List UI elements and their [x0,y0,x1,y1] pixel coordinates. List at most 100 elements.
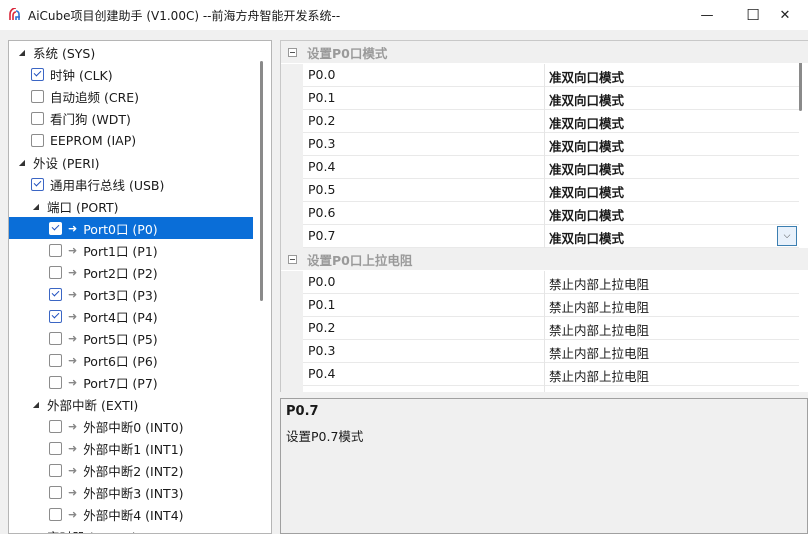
tree-item-checkbox[interactable] [31,111,44,125]
expanded-caret-icon[interactable]: ◢ [31,202,41,211]
property-row[interactable]: P0.7 准双向口模式 ⌵ [303,225,799,248]
column-divider[interactable] [544,64,545,87]
property-row[interactable]: P0.4 禁止内部上拉电阻 [303,363,799,386]
collapse-icon[interactable] [288,254,297,264]
tree-item[interactable]: ➜ Port0口 (P0) [9,217,253,239]
property-value[interactable]: 禁止内部上拉电阻 [549,297,649,316]
column-divider[interactable] [544,294,545,317]
column-divider[interactable] [544,110,545,133]
collapse-icon[interactable] [288,47,297,57]
property-value[interactable]: 准双向口模式 [549,159,624,178]
property-value[interactable]: 准双向口模式 [549,182,624,201]
tree-item-checkbox[interactable] [49,419,62,433]
column-divider[interactable] [544,340,545,363]
property-row[interactable]: P0.6 准双向口模式 [303,202,799,225]
tree-item[interactable]: ➜ Port7口 (P7) [9,371,253,393]
property-grid[interactable]: 设置P0口模式 P0.0 准双向口模式 P0.1 准双向口模式 P0.2 准双向口模式 P0.… [280,40,808,392]
property-row[interactable]: P0.2 禁止内部上拉电阻 [303,317,799,340]
property-row[interactable]: P0.2 准双向口模式 [303,110,799,133]
value-dropdown-button[interactable]: ⌵ [777,226,797,246]
tree-item-checkbox[interactable] [49,353,62,367]
tree-item-checkbox[interactable] [49,265,62,279]
grid-scrollbar[interactable] [799,59,802,111]
close-button[interactable]: ✕ [762,0,808,30]
tree-item[interactable]: ◢定时器 (TIMER) [9,525,253,534]
tree-item-checkbox[interactable] [49,287,62,301]
tree-item[interactable]: ➜ 外部中断1 (INT1) [9,437,253,459]
tree-item[interactable]: ➜ Port3口 (P3) [9,283,253,305]
tree-item-checkbox[interactable] [31,133,44,147]
property-row[interactable]: P0.0 禁止内部上拉电阻 [303,271,799,294]
tree-item[interactable]: ◢ 外部中断 (EXTI) [9,393,253,415]
tree-item[interactable]: ◢ 系统 (SYS) [9,41,253,63]
tree-item[interactable]: 看门狗 (WDT) [9,107,253,129]
grid-gutter [281,64,303,248]
property-row[interactable]: P0.0 准双向口模式 [303,64,799,87]
tree-item-checkbox[interactable] [49,331,62,345]
tree-item[interactable]: 时钟 (CLK) [9,63,253,85]
column-divider[interactable] [544,156,545,179]
column-divider[interactable] [544,133,545,156]
property-value[interactable]: 准双向口模式 [549,205,624,224]
grid-category[interactable]: 设置P0口上拉电阻 [281,248,808,270]
minimize-button[interactable]: — [684,0,730,30]
column-divider[interactable] [544,225,545,248]
property-row[interactable]: P0.5 准双向口模式 [303,179,799,202]
tree-item[interactable]: EEPROM (IAP) [9,129,253,151]
grid-category[interactable]: 设置P0口模式 [281,41,808,63]
column-divider[interactable] [544,317,545,340]
property-value[interactable]: 禁止内部上拉电阻 [549,366,649,385]
property-row[interactable]: P0.5 禁止内部上拉电阻 [303,386,799,392]
tree-item[interactable]: ➜ 外部中断3 (INT3) [9,481,253,503]
column-divider[interactable] [544,363,545,386]
tree-item-checkbox[interactable] [49,309,62,323]
tree-item[interactable]: 自动追频 (CRE) [9,85,253,107]
property-value[interactable]: 准双向口模式 [549,113,624,132]
property-value[interactable]: 准双向口模式 [549,228,624,247]
column-divider[interactable] [544,202,545,225]
tree-item[interactable]: ➜ 外部中断0 (INT0) [9,415,253,437]
tree-item[interactable]: 通用串行总线 (USB) [9,173,253,195]
property-value[interactable]: 准双向口模式 [549,90,624,109]
tree-item[interactable]: ➜ Port2口 (P2) [9,261,253,283]
tree-item-checkbox[interactable] [49,507,62,521]
tree-item[interactable]: ➜ 外部中断4 (INT4) [9,503,253,525]
column-divider[interactable] [544,386,545,392]
tree-item[interactable]: ◢ 外设 (PERI) [9,151,253,173]
property-row[interactable]: P0.3 准双向口模式 [303,133,799,156]
tree-item[interactable]: ➜ Port4口 (P4) [9,305,253,327]
tree-scrollbar[interactable] [260,61,263,301]
tree-item[interactable]: ➜ Port1口 (P1) [9,239,253,261]
expanded-caret-icon[interactable]: ◢ [17,48,27,57]
property-value[interactable]: 准双向口模式 [549,67,624,86]
tree-item[interactable]: ◢ 端口 (PORT) [9,195,253,217]
tree-item-checkbox[interactable] [49,243,62,257]
tree-item-checkbox[interactable] [49,221,62,235]
tree-item-checkbox[interactable] [31,177,44,191]
tree-item-checkbox[interactable] [49,375,62,389]
tree-item-checkbox[interactable] [31,89,44,103]
peripheral-tree[interactable]: ◢ 系统 (SYS) 时钟 (CLK) 自动追频 (CRE) 看门狗 (WDT) EEPR… [8,40,272,534]
tree-item-checkbox[interactable] [49,463,62,477]
tree-item-checkbox[interactable] [31,67,44,81]
property-value[interactable]: 禁止内部上拉电阻 [549,343,649,362]
tree-item-checkbox[interactable] [49,485,62,499]
property-value[interactable]: 准双向口模式 [549,136,624,155]
tree-item-label: Port4口 (P4) [83,309,158,325]
tree-item[interactable]: ➜ 外部中断2 (INT2) [9,459,253,481]
tree-item[interactable]: ➜ Port6口 (P6) [9,349,253,371]
property-value[interactable]: 禁止内部上拉电阻 [549,320,649,339]
column-divider[interactable] [544,271,545,294]
property-row[interactable]: P0.3 禁止内部上拉电阻 [303,340,799,363]
tree-item[interactable]: ➜ Port5口 (P5) [9,327,253,349]
property-value[interactable]: 禁止内部上拉电阻 [549,274,649,293]
column-divider[interactable] [544,87,545,110]
tree-item-checkbox[interactable] [49,441,62,455]
property-row[interactable]: P0.1 禁止内部上拉电阻 [303,294,799,317]
expanded-caret-icon[interactable]: ◢ [17,158,27,167]
property-row[interactable]: P0.4 准双向口模式 [303,156,799,179]
property-row[interactable]: P0.1 准双向口模式 [303,87,799,110]
property-value[interactable]: 禁止内部上拉电阻 [549,389,649,392]
expanded-caret-icon[interactable]: ◢ [31,400,41,409]
column-divider[interactable] [544,179,545,202]
